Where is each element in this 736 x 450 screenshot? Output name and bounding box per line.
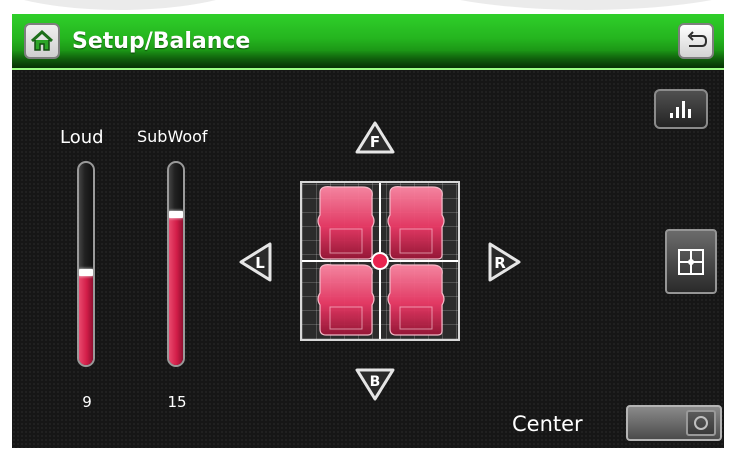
app-frame: Setup/Balance Loud 9 SubWoof 15 F B L R … — [12, 14, 724, 448]
home-icon — [30, 30, 54, 51]
header-bar: Setup/Balance — [12, 14, 724, 70]
center-toggle-knob[interactable] — [686, 410, 716, 436]
loud-slider-knob[interactable] — [79, 269, 93, 276]
loud-value: 9 — [82, 393, 92, 411]
car-seats-icon — [302, 183, 458, 339]
back-arrow-button[interactable]: B — [355, 367, 395, 401]
loud-label: Loud — [60, 127, 104, 148]
back-button[interactable] — [678, 23, 714, 59]
center-label: Center — [512, 412, 583, 436]
back-icon — [687, 31, 708, 47]
balance-view-button[interactable] — [665, 229, 717, 294]
subwoof-value: 15 — [167, 393, 187, 411]
page-title: Setup/Balance — [72, 29, 251, 54]
loud-slider[interactable] — [77, 161, 95, 367]
left-label: L — [255, 254, 265, 272]
balance-grid-icon — [678, 248, 704, 275]
subwoof-slider[interactable] — [167, 161, 185, 367]
home-button[interactable] — [24, 23, 60, 59]
balance-point[interactable] — [371, 252, 389, 270]
top-decoration — [0, 0, 736, 14]
left-button[interactable]: L — [238, 242, 274, 282]
toggle-circle-icon — [694, 416, 708, 430]
equalizer-icon — [670, 101, 691, 118]
subwoof-slider-knob[interactable] — [169, 211, 183, 218]
balance-panel: Loud 9 SubWoof 15 F B L R Center — [12, 70, 724, 448]
center-toggle[interactable] — [626, 405, 722, 441]
front-label: F — [370, 133, 380, 151]
right-label: R — [494, 254, 506, 272]
balance-grid[interactable] — [300, 181, 460, 341]
right-button[interactable]: R — [486, 242, 522, 282]
subwoof-label: SubWoof — [137, 127, 208, 146]
front-button[interactable]: F — [355, 121, 395, 155]
equalizer-button[interactable] — [654, 89, 708, 129]
back-label: B — [370, 374, 381, 390]
